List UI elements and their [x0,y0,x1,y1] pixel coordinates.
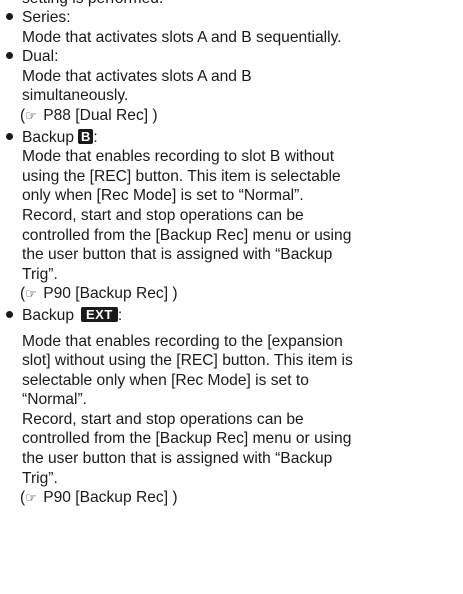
item-description: Mode that enables recording to slot B wi… [22,147,457,284]
desc-line: Trig”. [22,469,58,487]
ext-slot-badge-icon: EXT [81,306,118,322]
desc-line: Mode that enables recording to slot B wi… [22,148,335,166]
desc-line: Record, start and stop operations can be [22,206,304,224]
desc-line: “Normal”. [22,391,87,409]
desc-line: Record, start and stop operations can be [22,410,304,428]
ref-text: P90 [Backup Rec] ) [43,489,178,507]
desc-line: Mode that enables recording to the [expa… [22,332,343,350]
desc-line: only when [Rec Mode] is set to “Normal”. [22,187,304,205]
desc-line: using the [REC] button. This item is sel… [22,167,341,185]
manual-page: setting is performed. Series: Mode that … [0,0,463,594]
desc-line: Trig”. [22,265,58,283]
list-item-backup-ext: Backup EXT: Mode that enables recording t… [0,306,463,508]
bullet-icon [6,132,13,140]
item-title: Dual: [22,48,59,66]
ref-text: P90 [Backup Rec] ) [43,285,178,303]
bullet-icon [6,13,13,20]
desc-line: the user button that is assigned with “B… [22,450,333,468]
pointing-hand-icon: ☞ [25,286,37,302]
pointing-hand-icon: ☞ [25,490,37,506]
desc-line: simultaneously. [22,87,129,105]
page-reference[interactable]: (☞ P90 [Backup Rec] ) [20,488,457,508]
item-description: Mode that enables recording to the [expa… [22,332,457,489]
item-description: Mode that activates slots A and B simult… [22,67,457,106]
list-item-series: Series: Mode that activates slots A and … [0,8,463,47]
desc-line: controlled from the [Backup Rec] menu or… [22,226,352,244]
pointing-hand-icon: ☞ [25,107,37,123]
ref-text: P88 [Dual Rec] ) [43,106,158,124]
item-title-line: Backup EXT: [22,306,123,324]
desc-line: slot] without using the [REC] button. Th… [22,352,353,370]
desc-line: the user button that is assigned with “B… [22,246,333,264]
list-item-backup-b: Backup B: Mode that enables recording to … [0,128,463,304]
desc-line: Mode that activates slots A and B sequen… [22,28,342,46]
bullet-icon [6,310,13,318]
item-description: Mode that activates slots A and B sequen… [22,28,457,48]
desc-line: Mode that activates slots A and B [22,67,252,85]
item-title: Backup [22,306,75,324]
list-item-dual: Dual: Mode that activates slots A and B … [0,47,463,125]
desc-line: selectable only when [Rec Mode] is set t… [22,371,309,389]
item-title: Backup [22,128,75,146]
option-list: Series: Mode that activates slots A and … [0,8,463,508]
slot-b-badge-icon: B [78,128,94,144]
page-reference[interactable]: (☞ P90 [Backup Rec] ) [20,284,457,304]
bullet-icon [6,52,13,60]
item-title-line: Backup B: [22,128,98,146]
desc-line: controlled from the [Backup Rec] menu or… [22,430,352,448]
page-reference[interactable]: (☞ P88 [Dual Rec] ) [20,106,457,126]
item-title: Series: [22,9,71,26]
